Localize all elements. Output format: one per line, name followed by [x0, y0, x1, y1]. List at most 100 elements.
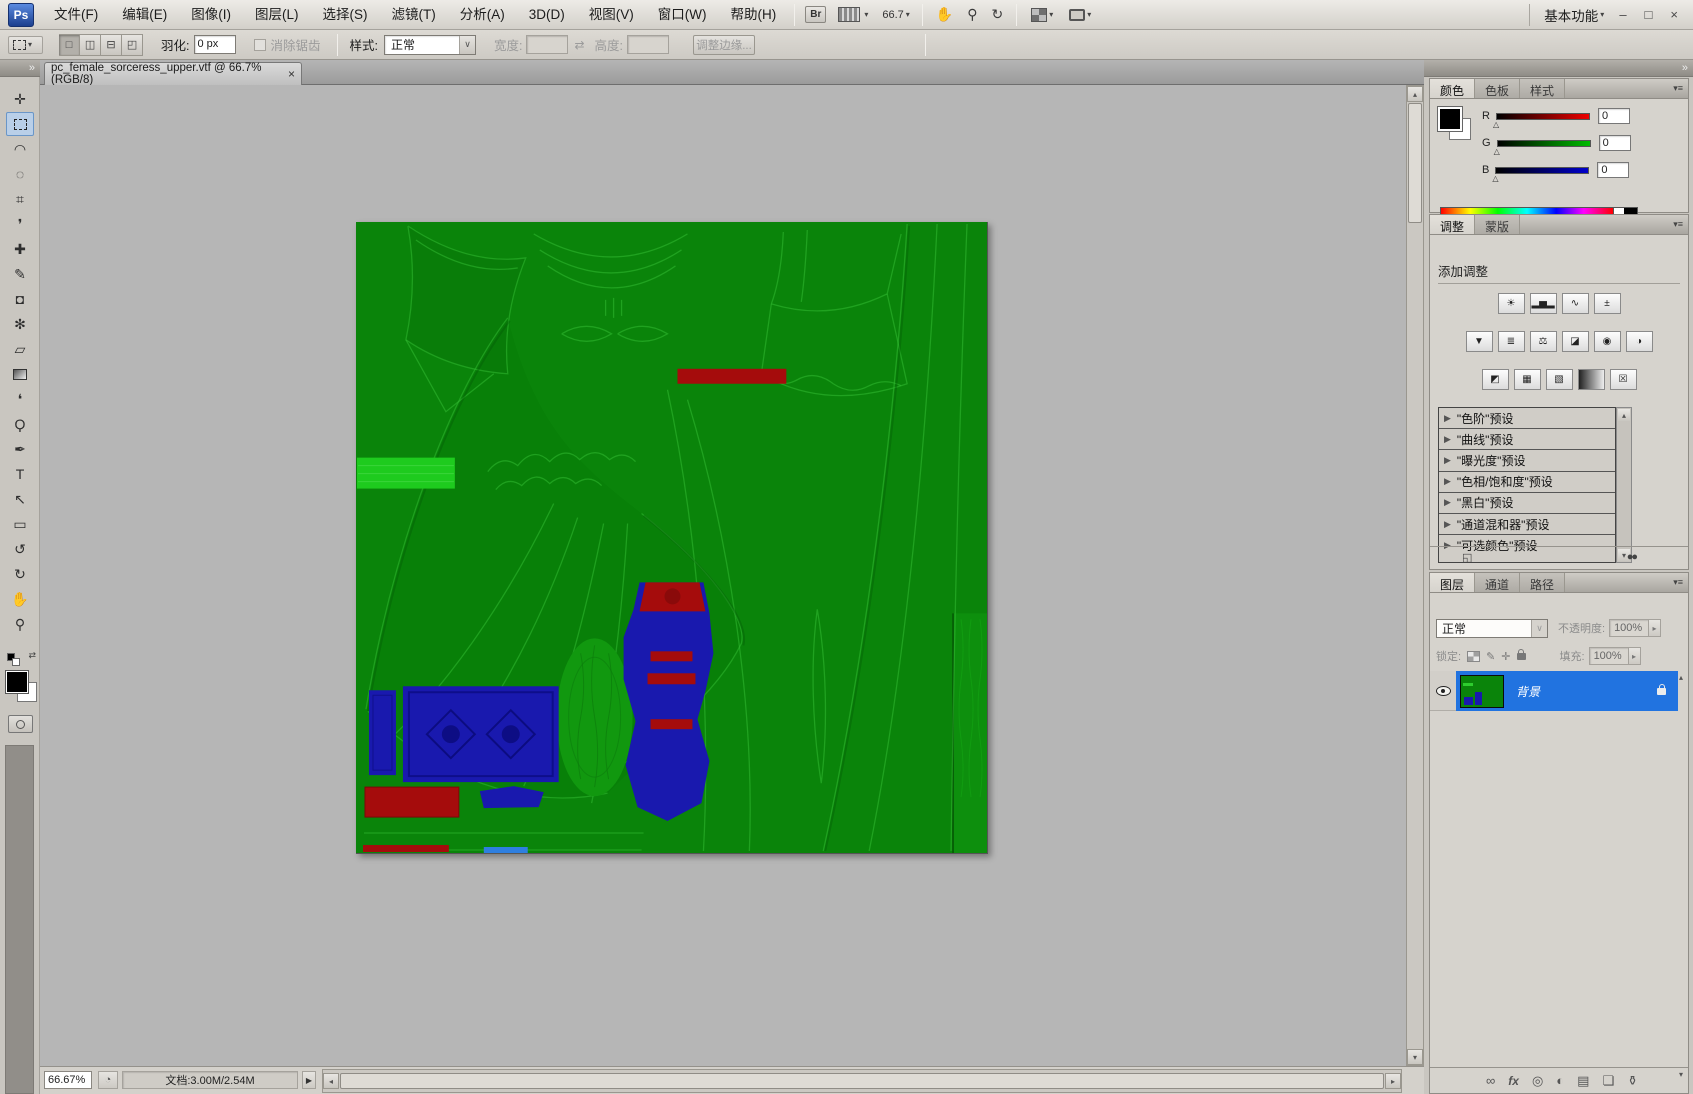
green-slider[interactable]: △	[1497, 140, 1591, 147]
status-menu-arrow[interactable]: ▶	[302, 1071, 316, 1089]
rotate-view-icon[interactable]: ↻	[992, 6, 1004, 23]
feather-input[interactable]: 0 px	[194, 35, 236, 54]
expand-arrow-icon[interactable]: ▶	[1444, 476, 1451, 487]
zoom-percent-field[interactable]: 66.67%	[44, 1071, 92, 1089]
panel-menu-icon[interactable]: ▾≡	[1668, 79, 1688, 98]
scroll-left-icon[interactable]: ◂	[323, 1073, 339, 1089]
menu-item[interactable]: 分析(A)	[448, 0, 517, 30]
new-layer-icon[interactable]: ❏	[1602, 1073, 1614, 1089]
pen-tool[interactable]: ✒	[6, 437, 34, 461]
scroll-up-icon[interactable]: ▴	[1407, 86, 1423, 102]
workspace-switcher[interactable]: 基本功能 ▾	[1529, 4, 1610, 26]
menu-item[interactable]: 窗口(W)	[646, 0, 719, 30]
chevron-down-icon[interactable]: ▾	[864, 10, 868, 19]
chevron-down-icon[interactable]: ▾	[1087, 10, 1091, 19]
scroll-down-icon[interactable]: ▾	[1407, 1049, 1423, 1065]
chevron-down-icon[interactable]: ▾	[1049, 10, 1053, 19]
green-value-input[interactable]: 0	[1599, 135, 1631, 151]
vibrance-icon[interactable]: ▼	[1466, 331, 1493, 352]
expanded-view-icon[interactable]: ◱	[1462, 551, 1472, 564]
tab-color[interactable]: 颜色	[1430, 79, 1475, 98]
expand-arrow-icon[interactable]: ▶	[1444, 434, 1451, 445]
lock-paint-icon[interactable]: ✎	[1486, 650, 1495, 663]
history-brush-tool[interactable]: ✻	[6, 312, 34, 336]
posterize-icon[interactable]: ▦	[1514, 369, 1541, 390]
tab-layers[interactable]: 图层	[1430, 573, 1475, 592]
path-selection-tool[interactable]: ↖	[6, 487, 34, 511]
3d-rotate-tool[interactable]: ↺	[6, 537, 34, 561]
default-colors-control[interactable]: ⇄	[6, 650, 36, 668]
swap-colors-icon[interactable]: ⇄	[28, 650, 36, 661]
layer-row[interactable]: 背景	[1430, 671, 1688, 711]
delete-layer-icon[interactable]: ⚱	[1627, 1073, 1638, 1089]
document-tab[interactable]: pc_female_sorceress_upper.vtf @ 66.7%(RG…	[44, 62, 302, 85]
hand-tool[interactable]: ✋	[6, 587, 34, 611]
tab-channels[interactable]: 通道	[1475, 573, 1520, 592]
brightness-contrast-icon[interactable]: ☀	[1498, 293, 1525, 314]
expand-arrow-icon[interactable]: ▶	[1444, 497, 1451, 508]
crop-tool[interactable]: ⌗	[6, 187, 34, 211]
menu-item[interactable]: 视图(V)	[577, 0, 646, 30]
clip-to-layer-icon[interactable]: ●●	[1627, 551, 1636, 563]
levels-icon[interactable]: ▂▅▂	[1530, 293, 1557, 314]
preset-row[interactable]: ▶ "曲线"预设	[1439, 429, 1615, 450]
vertical-scroll-thumb[interactable]	[1408, 103, 1422, 223]
red-slider[interactable]: △	[1496, 113, 1590, 120]
color-balance-icon[interactable]: ⚖	[1530, 331, 1557, 352]
style-select[interactable]: 正常 ∨	[384, 35, 476, 55]
menu-item[interactable]: 滤镜(T)	[380, 0, 448, 30]
menu-item[interactable]: 编辑(E)	[110, 0, 179, 30]
new-group-icon[interactable]: ▤	[1577, 1073, 1589, 1089]
antialias-checkbox[interactable]	[254, 39, 266, 51]
layer-effects-icon[interactable]: fx	[1508, 1074, 1519, 1088]
chevron-down-icon[interactable]: ▾	[906, 10, 910, 19]
intersect-selection-button[interactable]: ◰	[122, 34, 143, 56]
slider-thumb-icon[interactable]: △	[1492, 174, 1498, 183]
healing-brush-tool[interactable]: ✚	[6, 237, 34, 261]
subtract-selection-button[interactable]: ⊟	[101, 34, 122, 56]
quick-selection-tool[interactable]: ◌	[6, 162, 34, 186]
menu-item[interactable]: 文件(F)	[42, 0, 110, 30]
rectangular-marquee-tool[interactable]	[6, 112, 34, 136]
channel-mixer-icon[interactable]: ◑	[1626, 331, 1653, 352]
bridge-button[interactable]: Br	[805, 6, 826, 23]
menu-item[interactable]: 帮助(H)	[718, 0, 788, 30]
close-button[interactable]: ×	[1670, 7, 1678, 22]
menu-item[interactable]: 选择(S)	[311, 0, 380, 30]
clone-stamp-tool[interactable]: ◘	[6, 287, 34, 311]
tab-masks[interactable]: 蒙版	[1475, 215, 1520, 234]
quick-mask-button[interactable]	[8, 715, 33, 733]
view-extras-icon[interactable]	[838, 7, 860, 22]
gradient-tool[interactable]	[6, 362, 34, 386]
preset-row[interactable]: ▶ "色相/饱和度"预设	[1439, 472, 1615, 493]
layer-thumbnail[interactable]	[1460, 675, 1504, 708]
shape-tool[interactable]: ▭	[6, 512, 34, 536]
menu-item[interactable]: 图层(L)	[243, 0, 311, 30]
lasso-tool[interactable]: ◠	[6, 137, 34, 161]
preset-row[interactable]: ▶ "色阶"预设	[1439, 408, 1615, 429]
panel-dock-collapse-bar[interactable]: »	[1424, 60, 1693, 77]
eye-icon[interactable]	[1436, 686, 1451, 696]
brush-tool[interactable]: ✎	[6, 262, 34, 286]
tool-preset-picker[interactable]: ▾	[8, 36, 43, 54]
dodge-tool[interactable]: Ϙ	[6, 412, 34, 436]
maximize-button[interactable]: □	[1645, 7, 1653, 22]
lock-position-icon[interactable]: ✛	[1501, 650, 1510, 663]
foreground-color-swatch[interactable]	[1438, 107, 1462, 131]
gradient-map-icon[interactable]	[1578, 369, 1605, 390]
horizontal-scroll-thumb[interactable]	[340, 1073, 1384, 1089]
curves-icon[interactable]: ∿	[1562, 293, 1589, 314]
preset-row[interactable]: ▶ "黑白"预设	[1439, 493, 1615, 514]
add-selection-button[interactable]: ◫	[80, 34, 101, 56]
menu-item[interactable]: 3D(D)	[517, 0, 577, 30]
hue-saturation-icon[interactable]: ≣	[1498, 331, 1525, 352]
expand-arrow-icon[interactable]: ▶	[1444, 519, 1451, 530]
slider-thumb-icon[interactable]: △	[1494, 147, 1500, 156]
black-white-icon[interactable]: ◪	[1562, 331, 1589, 352]
scroll-up-icon[interactable]: ▴	[1618, 409, 1630, 421]
screen-mode-icon[interactable]	[1069, 9, 1085, 21]
lock-transparency-icon[interactable]	[1467, 651, 1480, 662]
link-layers-icon[interactable]: ∞	[1486, 1073, 1495, 1088]
status-clock-icon[interactable]: ◔	[98, 1071, 118, 1089]
arrange-documents-icon[interactable]	[1031, 8, 1047, 22]
